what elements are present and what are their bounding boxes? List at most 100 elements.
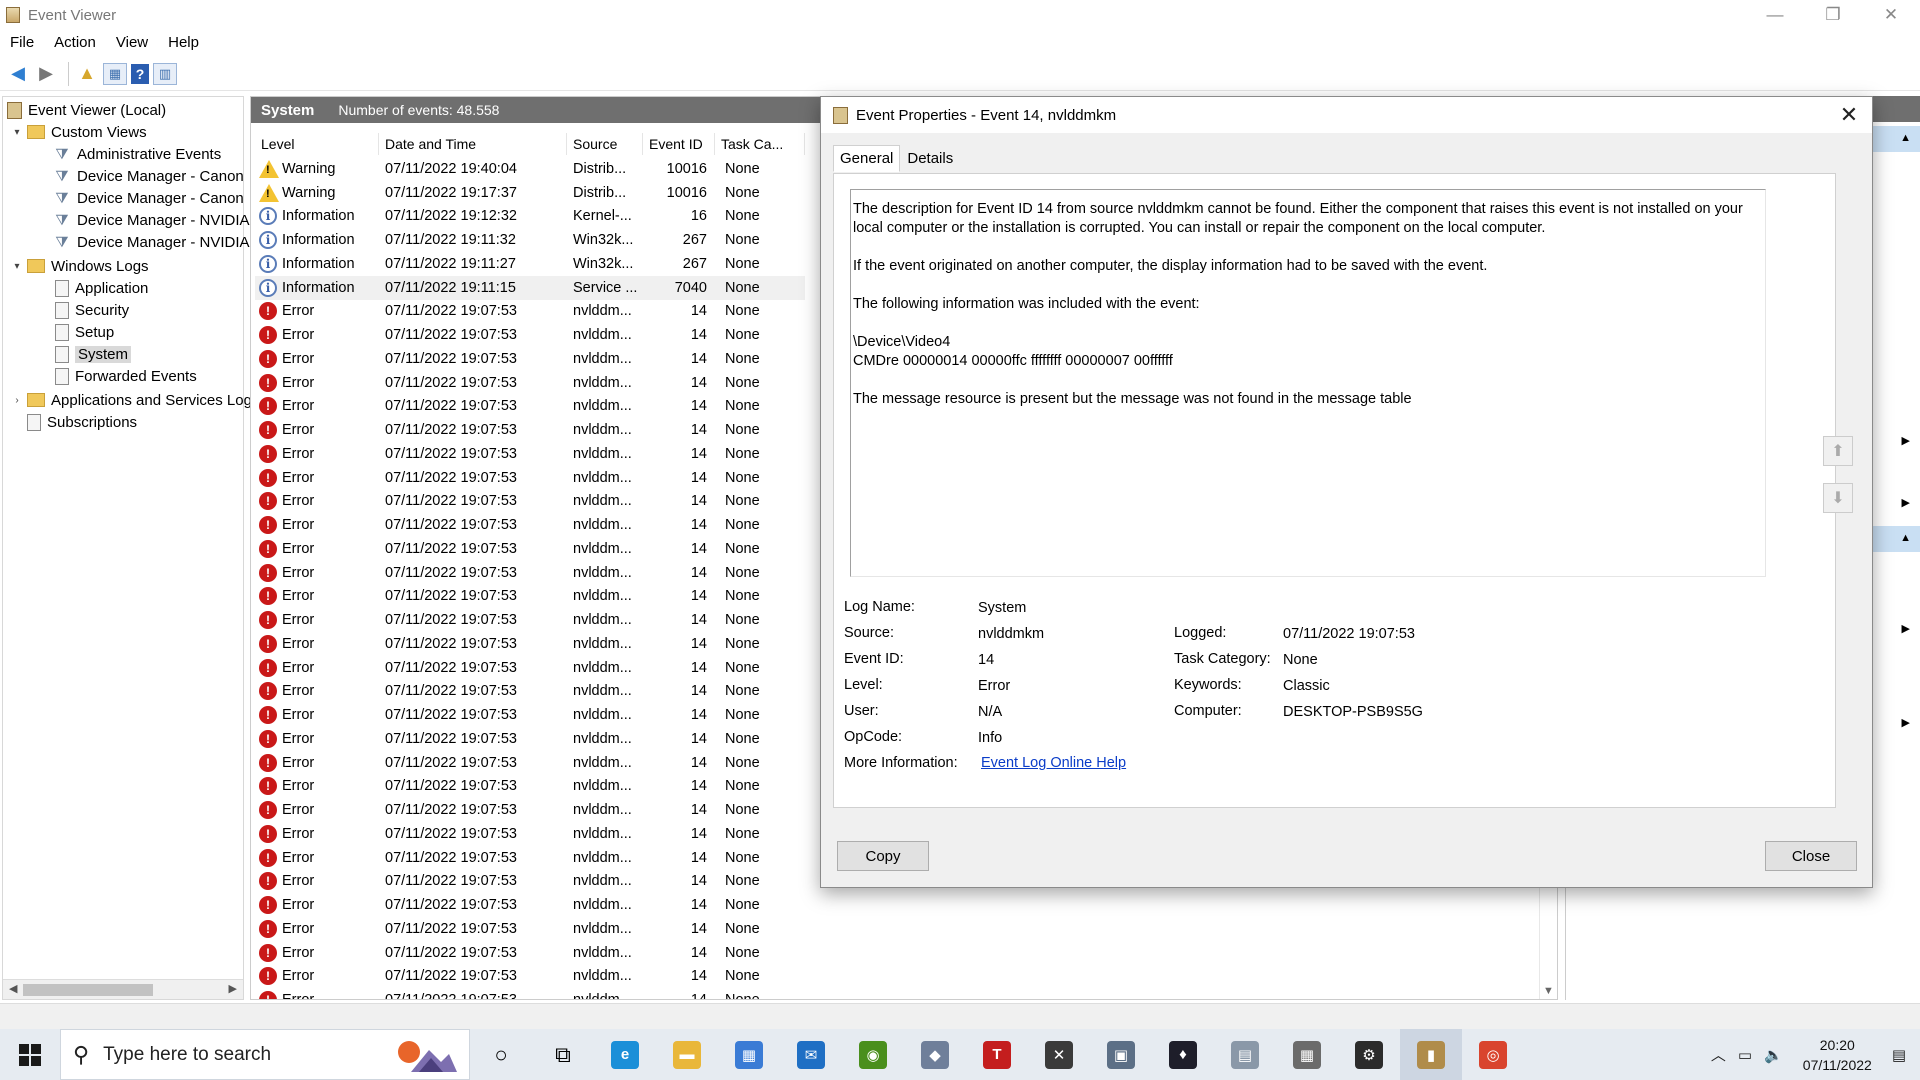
event-description[interactable]: The description for Event ID 14 from sou… (850, 189, 1766, 577)
tree-item-custom-view[interactable]: ⧩ Device Manager - NVIDIA (53, 231, 249, 253)
tree-item-custom-views[interactable]: ▾ Custom Views (11, 121, 146, 143)
table-row[interactable]: ! Warning 07/11/2022 19:40:04 Distrib... 100… (255, 157, 805, 181)
table-row[interactable]: !Error07/11/2022 19:07:53nvlddm...14None (255, 561, 805, 585)
taskbar-app-button[interactable]: ◆ (904, 1029, 966, 1080)
collapse-up-icon[interactable]: ▲ (1900, 132, 1911, 144)
close-window-button[interactable]: ✕ (1862, 0, 1920, 30)
table-row[interactable]: !Error07/11/2022 19:07:53nvlddm...14None (255, 585, 805, 609)
table-row[interactable]: !Error07/11/2022 19:07:53nvlddm...14None (255, 727, 805, 751)
close-button[interactable]: Close (1765, 841, 1857, 871)
taskbar-app-button[interactable]: ♦ (1152, 1029, 1214, 1080)
computer-value[interactable]: DESKTOP-PSB9S5G (1283, 704, 1423, 720)
column-header-event-id[interactable]: Event ID (643, 133, 715, 155)
tree-item-apps-services[interactable]: › Applications and Services Log (11, 389, 252, 411)
table-row[interactable]: !Error07/11/2022 19:07:53nvlddm...14None (255, 941, 805, 965)
taskbar-app-button[interactable]: ▬ (656, 1029, 718, 1080)
expand-chevron-icon[interactable]: ▾ (11, 127, 23, 138)
show-hide-tree-icon[interactable]: ▦ (103, 62, 127, 85)
table-row[interactable]: !Error07/11/2022 19:07:53nvlddm...14None (255, 656, 805, 680)
opcode-value[interactable]: Info (978, 730, 1002, 746)
up-folder-icon[interactable]: ▲ (75, 62, 99, 86)
table-row[interactable]: !Error07/11/2022 19:07:53nvlddm...14None (255, 965, 805, 989)
tree-item-system[interactable]: System (55, 343, 132, 365)
scroll-left-icon[interactable]: ◀ (9, 982, 17, 995)
logged-value[interactable]: 07/11/2022 19:07:53 (1283, 626, 1415, 642)
expand-chevron-icon[interactable]: ▾ (11, 261, 23, 272)
scroll-up-arrow-icon[interactable]: ⬆ (1823, 436, 1853, 466)
restore-button[interactable]: ❐ (1804, 0, 1862, 30)
table-row[interactable]: !Error07/11/2022 19:07:53nvlddm...14None (255, 513, 805, 537)
table-row[interactable]: i Information 07/11/2022 19:12:32 Kernel-..… (255, 205, 805, 229)
tree-item-subscriptions[interactable]: Subscriptions (27, 411, 137, 433)
taskbar-app-button[interactable]: ◎ (1462, 1029, 1524, 1080)
taskbar-app-button[interactable]: ⚙ (1338, 1029, 1400, 1080)
collapse-up-icon[interactable]: ▲ (1900, 532, 1911, 544)
table-row[interactable]: !Error07/11/2022 19:07:53nvlddm...14None (255, 632, 805, 656)
table-row[interactable]: !Error07/11/2022 19:07:53nvlddm...14None (255, 822, 805, 846)
table-row[interactable]: !Error07/11/2022 19:07:53nvlddm...14None (255, 703, 805, 727)
dialog-close-icon[interactable]: ✕ (1836, 102, 1862, 128)
column-header-date[interactable]: Date and Time (379, 133, 567, 155)
minimize-button[interactable]: — (1746, 0, 1804, 30)
table-row[interactable]: i Information 07/11/2022 19:11:15 Service .… (255, 275, 805, 300)
keywords-value[interactable]: Classic (1283, 678, 1330, 694)
forward-arrow-icon[interactable]: ▶ (34, 62, 58, 86)
table-row[interactable]: !Error07/11/2022 19:07:53nvlddm...14None (255, 371, 805, 395)
column-header-source[interactable]: Source (567, 133, 643, 155)
table-row[interactable]: !Error07/11/2022 19:07:53nvlddm...14None (255, 798, 805, 822)
copy-button[interactable]: Copy (837, 841, 929, 871)
notifications-icon[interactable]: ▤ (1886, 1046, 1920, 1064)
tree-item-application[interactable]: Application (55, 277, 148, 299)
table-row[interactable]: i Information 07/11/2022 19:11:32 Win32k...… (255, 228, 805, 252)
column-header-task-category[interactable]: Task Ca... (715, 133, 805, 155)
table-row[interactable]: !Error07/11/2022 19:07:53nvlddm...14None (255, 751, 805, 775)
menu-file[interactable]: File (0, 32, 44, 54)
table-row[interactable]: !Error07/11/2022 19:07:53nvlddm...14None (255, 537, 805, 561)
menu-help[interactable]: Help (158, 32, 209, 54)
event-id-value[interactable]: 14 (978, 652, 994, 668)
table-row[interactable]: !Error07/11/2022 19:07:53nvlddm...14None (255, 466, 805, 490)
tree-item-security[interactable]: Security (55, 299, 129, 321)
table-row[interactable]: !Error07/11/2022 19:07:53nvlddm...14None (255, 988, 805, 999)
table-row[interactable]: !Error07/11/2022 19:07:53nvlddm...14None (255, 300, 805, 324)
scrollbar-thumb[interactable] (23, 984, 153, 996)
table-row[interactable]: !Error07/11/2022 19:07:53nvlddm...14None (255, 870, 805, 894)
taskbar-app-button[interactable]: T (966, 1029, 1028, 1080)
user-value[interactable]: N/A (978, 704, 1002, 720)
column-header-level[interactable]: Level (255, 133, 379, 155)
taskbar-app-button[interactable]: ▣ (1090, 1029, 1152, 1080)
table-row[interactable]: !Error07/11/2022 19:07:53nvlddm...14None (255, 323, 805, 347)
submenu-arrow-icon[interactable]: ▶ (1902, 622, 1910, 635)
scroll-right-icon[interactable]: ▶ (229, 982, 237, 995)
back-arrow-icon[interactable]: ◀ (6, 62, 30, 86)
start-button[interactable] (0, 1029, 60, 1080)
task-category-value[interactable]: None (1283, 652, 1318, 668)
tree-item-custom-view[interactable]: ⧩ Device Manager - Canon (53, 165, 243, 187)
table-row[interactable]: !Error07/11/2022 19:07:53nvlddm...14None (255, 490, 805, 514)
log-name-value[interactable]: System (978, 600, 1026, 616)
tab-general[interactable]: General (833, 145, 901, 172)
table-row[interactable]: !Error07/11/2022 19:07:53nvlddm...14None (255, 775, 805, 799)
help-icon[interactable]: ? (131, 63, 149, 84)
expand-chevron-icon[interactable]: › (11, 395, 23, 406)
taskbar-app-button[interactable]: ▤ (1214, 1029, 1276, 1080)
table-row[interactable]: !Error07/11/2022 19:07:53nvlddm...14None (255, 395, 805, 419)
tree-item-custom-view[interactable]: ⧩ Administrative Events (53, 143, 221, 165)
source-value[interactable]: nvlddmkm (978, 626, 1044, 642)
table-row[interactable]: !Error07/11/2022 19:07:53nvlddm...14None (255, 846, 805, 870)
table-row[interactable]: !Error07/11/2022 19:07:53nvlddm...14None (255, 442, 805, 466)
table-row[interactable]: !Error07/11/2022 19:07:53nvlddm...14None (255, 917, 805, 941)
tab-details[interactable]: Details (900, 145, 960, 172)
menu-view[interactable]: View (106, 32, 158, 54)
tree-item-forwarded-events[interactable]: Forwarded Events (55, 365, 197, 387)
cortana-button[interactable]: ○ (470, 1029, 532, 1080)
tree-horizontal-scrollbar[interactable]: ◀ ▶ (3, 979, 243, 999)
tree-item-custom-view[interactable]: ⧩ Device Manager - Canon (53, 187, 243, 209)
tree-item-custom-view[interactable]: ⧩ Device Manager - NVIDIA (53, 209, 249, 231)
tree-item-root[interactable]: Event Viewer (Local) (7, 99, 166, 121)
submenu-arrow-icon[interactable]: ▶ (1902, 716, 1910, 729)
submenu-arrow-icon[interactable]: ▶ (1902, 434, 1910, 447)
taskbar-app-button[interactable]: ◉ (842, 1029, 904, 1080)
scroll-down-arrow-icon[interactable]: ⬇ (1823, 483, 1853, 513)
tree-item-setup[interactable]: Setup (55, 321, 114, 343)
